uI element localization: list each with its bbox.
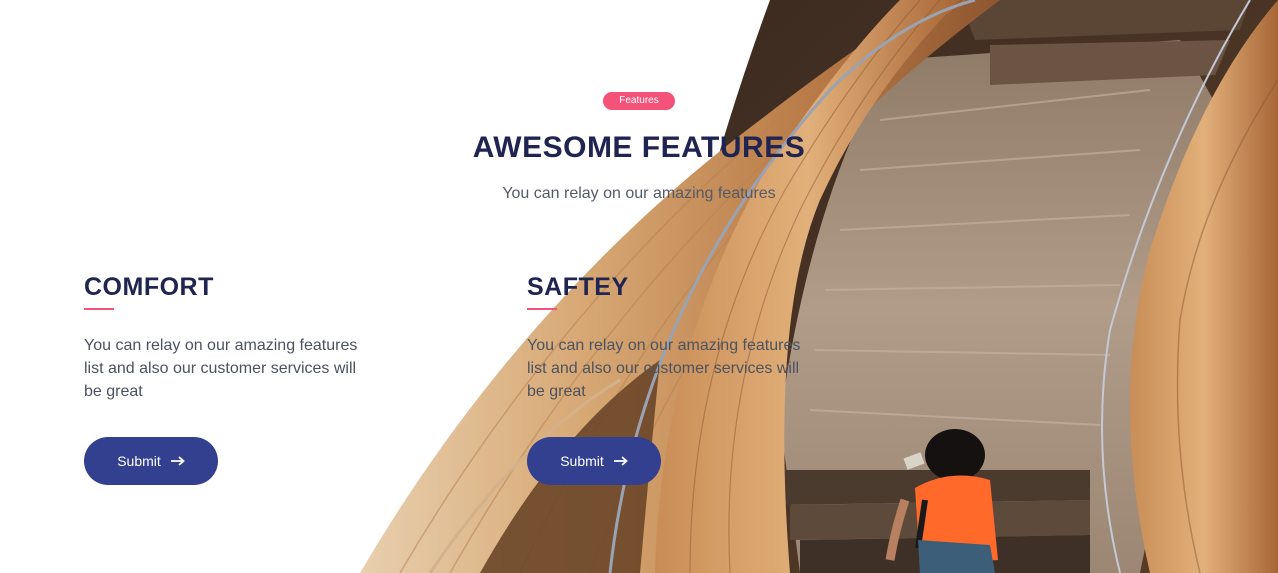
- feature-description: You can relay on our amazing features li…: [527, 337, 801, 400]
- submit-button[interactable]: Submit: [527, 437, 661, 485]
- features-section: Features AWESOME FEATURES You can relay …: [0, 0, 1278, 573]
- feature-card-comfort: COMFORT You can relay on our amazing fea…: [84, 272, 374, 485]
- arrow-right-icon: [170, 456, 185, 466]
- feature-title: COMFORT: [84, 273, 214, 301]
- section-title: AWESOME FEATURES: [472, 131, 806, 164]
- section-subtitle: You can relay on our amazing features: [502, 185, 776, 202]
- features-badge: Features: [603, 92, 675, 110]
- feature-card-saftey: SAFTEY You can relay on our amazing feat…: [527, 272, 817, 485]
- submit-button-label: Submit: [560, 453, 604, 469]
- feature-title-underline: [527, 308, 557, 310]
- feature-title-underline: [84, 308, 114, 310]
- feature-description: You can relay on our amazing features li…: [84, 337, 358, 400]
- arrow-right-icon: [613, 456, 628, 466]
- submit-button-label: Submit: [117, 453, 161, 469]
- submit-button[interactable]: Submit: [84, 437, 218, 485]
- feature-title: SAFTEY: [527, 273, 629, 301]
